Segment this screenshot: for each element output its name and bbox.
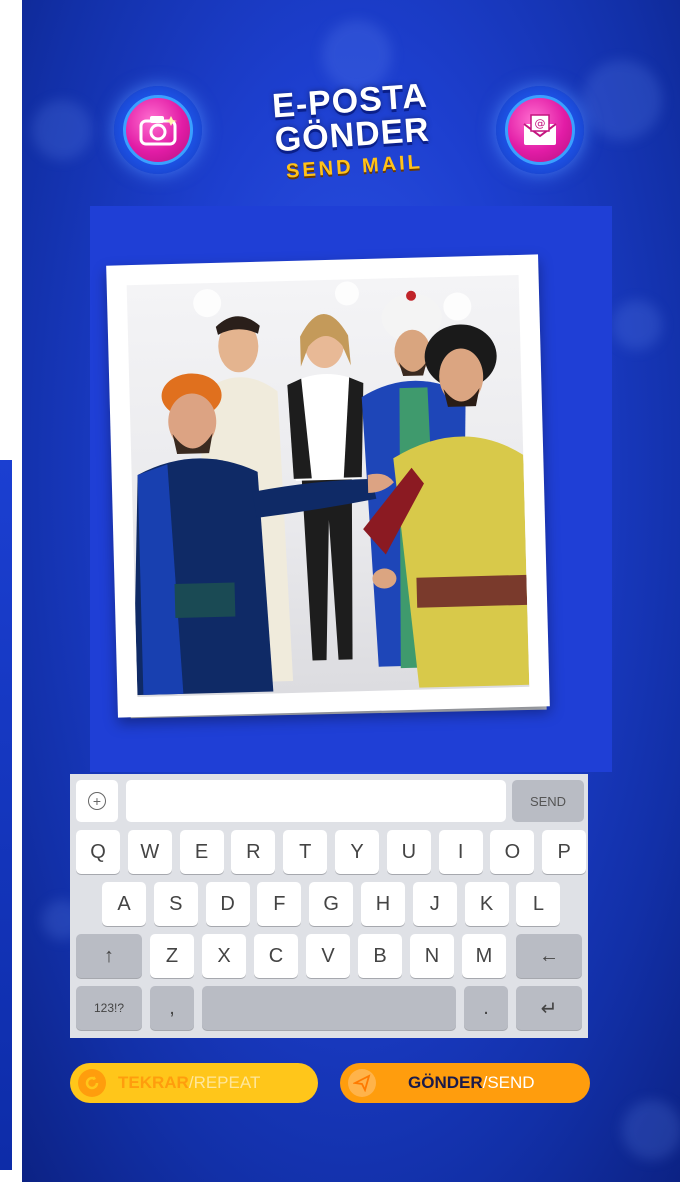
camera-button[interactable] (114, 86, 202, 174)
key-r[interactable]: R (231, 830, 276, 874)
key-l[interactable]: L (516, 882, 561, 926)
key-h[interactable]: H (361, 882, 405, 926)
repeat-label-tr: TEKRAR (118, 1073, 189, 1092)
repeat-label-en: /REPEAT (188, 1073, 261, 1092)
key-d[interactable]: D (205, 882, 250, 926)
key-o[interactable]: O (490, 830, 535, 874)
key-g[interactable]: G (309, 882, 354, 926)
keyboard-input-bar: + SEND (70, 774, 588, 828)
email-icon: @ (523, 114, 557, 145)
paper-plane-icon (348, 1069, 376, 1097)
key-y[interactable]: Y (335, 830, 379, 874)
comma-key[interactable]: , (150, 986, 194, 1030)
photo-image (126, 274, 530, 698)
send-button[interactable]: GÖNDER /SEND (340, 1063, 590, 1103)
key-v[interactable]: V (306, 934, 350, 978)
backspace-key[interactable]: ← (516, 934, 582, 978)
shift-key[interactable]: ↑ (76, 934, 142, 978)
period-key[interactable]: . (464, 986, 508, 1030)
key-k[interactable]: K (464, 882, 509, 926)
key-i[interactable]: I (438, 830, 483, 874)
send-label-tr: GÖNDER (408, 1073, 483, 1092)
group-photo-illustration (133, 281, 530, 696)
space-key[interactable] (202, 986, 456, 1030)
key-q[interactable]: Q (76, 830, 120, 874)
key-p[interactable]: P (542, 830, 587, 874)
keyboard-send-key[interactable]: SEND (512, 780, 584, 822)
key-m[interactable]: M (462, 934, 506, 978)
numbers-key[interactable]: 123!? (76, 986, 142, 1030)
email-input-field[interactable] (126, 780, 506, 822)
camera-icon (139, 116, 177, 146)
repeat-icon (78, 1069, 106, 1097)
key-a[interactable]: A (102, 882, 146, 926)
page-title: E-POSTA GÖNDER SEND MAIL (259, 77, 445, 185)
key-c[interactable]: C (254, 934, 298, 978)
key-x[interactable]: X (202, 934, 246, 978)
enter-key[interactable]: ↵ (516, 986, 582, 1030)
email-button[interactable]: @ (496, 86, 584, 174)
key-e[interactable]: E (179, 830, 224, 874)
key-z[interactable]: Z (150, 934, 194, 978)
side-panel-edge (0, 460, 12, 1170)
key-b[interactable]: B (358, 934, 402, 978)
key-j[interactable]: J (412, 882, 457, 926)
key-t[interactable]: T (283, 830, 328, 874)
on-screen-keyboard: + SEND QWERTYUIOP ASDFGHJKL ↑ ZXCVBNM ← … (70, 774, 588, 1038)
send-label-en: /SEND (482, 1073, 535, 1092)
add-attachment-key[interactable]: + (76, 780, 118, 822)
key-s[interactable]: S (153, 882, 198, 926)
key-f[interactable]: F (257, 882, 302, 926)
key-n[interactable]: N (410, 934, 454, 978)
captured-photo (106, 254, 550, 718)
key-w[interactable]: W (127, 830, 172, 874)
svg-text:@: @ (535, 117, 546, 130)
plus-circle-icon: + (88, 792, 106, 810)
repeat-button[interactable]: TEKRAR /REPEAT (70, 1063, 318, 1103)
key-u[interactable]: U (386, 830, 431, 874)
